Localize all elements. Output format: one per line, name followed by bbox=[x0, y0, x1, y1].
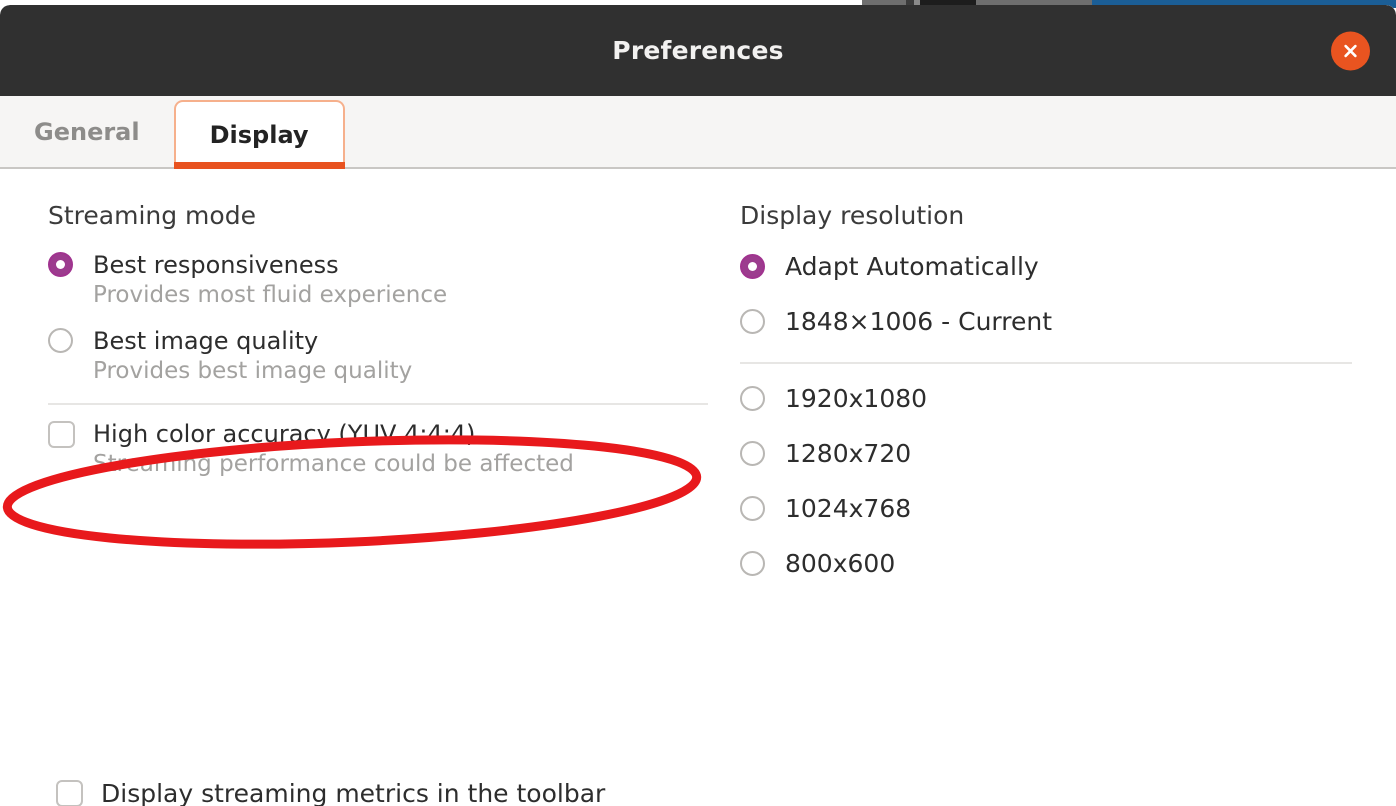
option-label: High color accuracy (YUV 4:4:4) bbox=[93, 421, 574, 448]
display-resolution-heading: Display resolution bbox=[740, 201, 1352, 230]
checkbox-row-streaming-metrics[interactable]: Display streaming metrics in the toolbar bbox=[56, 779, 605, 806]
tab-display-label: Display bbox=[210, 121, 309, 149]
radio-800x600[interactable] bbox=[740, 551, 765, 576]
option-label: Adapt Automatically bbox=[785, 252, 1039, 281]
display-resolution-divider bbox=[740, 362, 1352, 364]
close-button[interactable] bbox=[1331, 31, 1370, 70]
radio-1024x768[interactable] bbox=[740, 496, 765, 521]
radio-row-1920x1080[interactable]: 1920x1080 bbox=[740, 384, 1352, 413]
checkbox-high-color-accuracy[interactable] bbox=[48, 421, 75, 448]
preferences-window: Preferences General Display Stream bbox=[0, 5, 1396, 806]
close-x-icon bbox=[1342, 42, 1359, 59]
option-texts: Best responsiveness Provides most fluid … bbox=[93, 252, 447, 310]
option-texts: Best image quality Provides best image q… bbox=[93, 328, 412, 386]
streaming-mode-divider bbox=[48, 403, 708, 405]
tab-general-label: General bbox=[34, 118, 140, 146]
checkbox-streaming-metrics[interactable] bbox=[56, 780, 83, 806]
option-label: 1920x1080 bbox=[785, 384, 927, 413]
option-label: 800x600 bbox=[785, 549, 895, 578]
display-resolution-section: Display resolution Adapt Automatically 1… bbox=[740, 201, 1352, 604]
radio-row-800x600[interactable]: 800x600 bbox=[740, 549, 1352, 578]
option-label: 1024x768 bbox=[785, 494, 911, 523]
radio-best-image-quality[interactable] bbox=[48, 328, 73, 353]
radio-1280x720[interactable] bbox=[740, 441, 765, 466]
tab-display[interactable]: Display bbox=[174, 100, 345, 167]
checkbox-row-high-color-accuracy[interactable]: High color accuracy (YUV 4:4:4) Streamin… bbox=[48, 421, 708, 479]
streaming-mode-heading: Streaming mode bbox=[48, 201, 708, 230]
option-description: Provides most fluid experience bbox=[93, 281, 447, 310]
preferences-content: Streaming mode Best responsiveness Provi… bbox=[0, 169, 1396, 806]
radio-row-best-responsiveness[interactable]: Best responsiveness Provides most fluid … bbox=[48, 252, 708, 310]
window-title: Preferences bbox=[612, 36, 783, 65]
radio-adapt-automatically[interactable] bbox=[740, 254, 765, 279]
radio-best-responsiveness[interactable] bbox=[48, 252, 73, 277]
tab-bar: General Display bbox=[0, 96, 1396, 169]
option-description: Streaming performance could be affected bbox=[93, 450, 574, 479]
option-label: 1848×1006 - Current bbox=[785, 307, 1052, 336]
preferences-dialog-screen: Preferences General Display Stream bbox=[0, 0, 1396, 806]
radio-current-resolution[interactable] bbox=[740, 309, 765, 334]
option-label: Display streaming metrics in the toolbar bbox=[101, 779, 605, 806]
radio-row-1280x720[interactable]: 1280x720 bbox=[740, 439, 1352, 468]
radio-row-current-resolution[interactable]: 1848×1006 - Current bbox=[740, 307, 1352, 336]
tab-general[interactable]: General bbox=[0, 96, 174, 167]
option-description: Provides best image quality bbox=[93, 357, 412, 386]
radio-row-best-image-quality[interactable]: Best image quality Provides best image q… bbox=[48, 328, 708, 386]
titlebar: Preferences bbox=[0, 5, 1396, 96]
option-label: Best image quality bbox=[93, 328, 412, 355]
option-texts: High color accuracy (YUV 4:4:4) Streamin… bbox=[93, 421, 574, 479]
option-label: 1280x720 bbox=[785, 439, 911, 468]
radio-1920x1080[interactable] bbox=[740, 386, 765, 411]
radio-row-adapt-automatically[interactable]: Adapt Automatically bbox=[740, 252, 1352, 281]
radio-row-1024x768[interactable]: 1024x768 bbox=[740, 494, 1352, 523]
streaming-mode-section: Streaming mode Best responsiveness Provi… bbox=[48, 201, 708, 479]
option-label: Best responsiveness bbox=[93, 252, 447, 279]
